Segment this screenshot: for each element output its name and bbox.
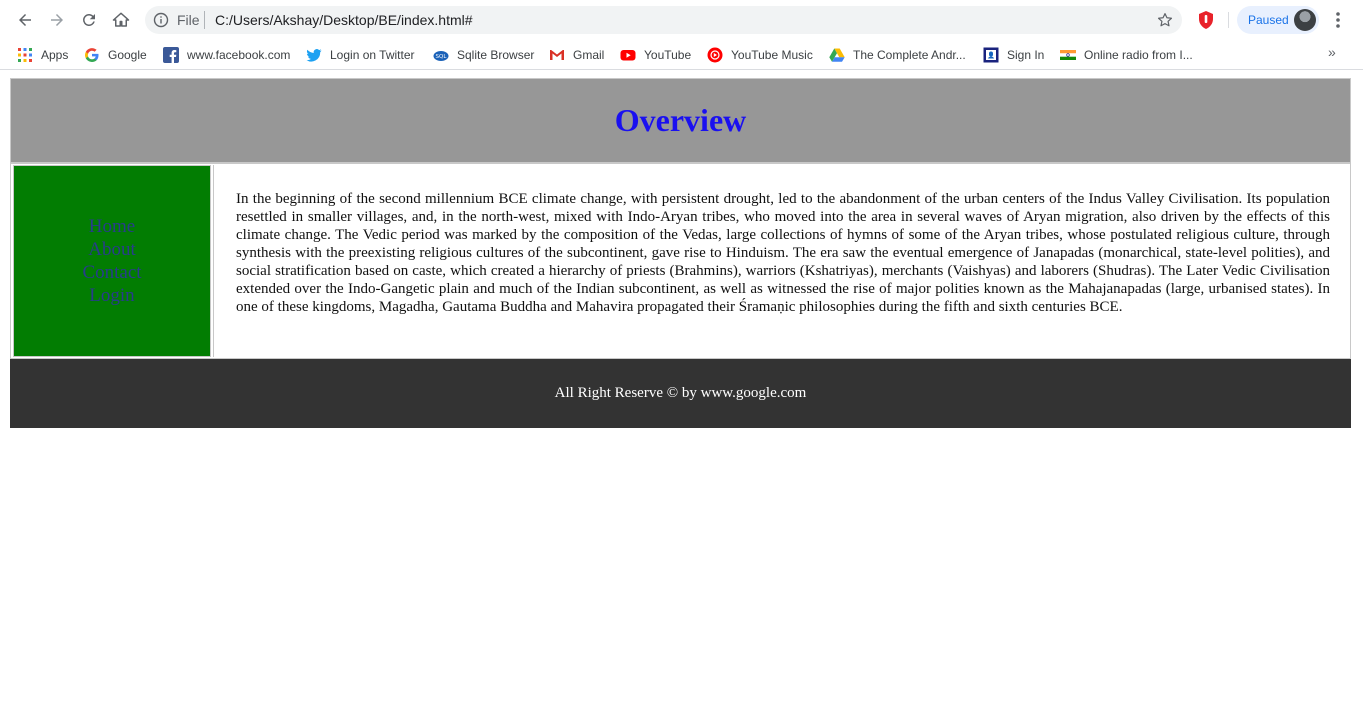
bookmark-label: The Complete Andr... (853, 48, 966, 62)
bookmark-google[interactable]: Google (84, 44, 147, 66)
arrow-left-icon (19, 14, 31, 26)
body-paragraph: In the beginning of the second millenniu… (236, 191, 1330, 315)
bookmark-facebook[interactable]: www.facebook.com (163, 44, 290, 66)
page-title: Overview (614, 102, 747, 138)
sign-in-icon (983, 47, 999, 63)
reload-button[interactable] (77, 8, 101, 32)
page-footer: All Right Reserve © by www.google.com (10, 359, 1351, 428)
youtube-icon (620, 50, 636, 61)
google-drive-icon (829, 48, 845, 62)
kebab-menu-icon[interactable] (1330, 11, 1346, 29)
forward-button[interactable] (45, 8, 69, 32)
back-button[interactable] (13, 8, 37, 32)
toolbar-divider (1228, 12, 1229, 28)
more-bookmarks-chevron-icon[interactable]: » (1328, 44, 1336, 60)
apps-grid-icon (18, 48, 32, 62)
bookmark-label: Apps (41, 48, 69, 62)
content-section: In the beginning of the second millenniu… (213, 165, 1350, 357)
svg-text:SQL: SQL (436, 54, 448, 60)
bookmark-label: Login on Twitter (330, 48, 415, 62)
info-icon[interactable] (153, 12, 169, 28)
bookmark-label: www.facebook.com (187, 48, 291, 62)
home-button[interactable] (109, 8, 133, 32)
nav-link-login[interactable]: Login (89, 284, 134, 307)
bookmark-label: Gmail (573, 48, 605, 62)
nav-link-contact[interactable]: Contact (82, 261, 141, 284)
google-icon (85, 48, 99, 62)
bookmark-gmail[interactable]: Gmail (549, 44, 604, 66)
sqlite-icon: SQL (433, 51, 449, 61)
bookmark-label: YouTube Music (731, 48, 813, 62)
nav-link-about[interactable]: About (88, 238, 136, 261)
profile-button[interactable]: Paused (1237, 6, 1319, 34)
reload-icon (83, 13, 95, 26)
home-icon (112, 12, 130, 27)
main-row: Home About Contact Login In the beginnin… (10, 163, 1351, 359)
bookmark-sign-in[interactable]: Sign In (983, 44, 1044, 66)
twitter-icon (306, 49, 322, 62)
bookmark-label: Sqlite Browser (457, 48, 535, 62)
nav-link-home[interactable]: Home (89, 215, 135, 238)
bookmark-label: Google (108, 48, 147, 62)
footer-text: All Right Reserve © by www.google.com (554, 385, 807, 401)
url-text[interactable]: C:/Users/Akshay/Desktop/BE/index.html# (215, 12, 473, 28)
browser-toolbar: File C:/Users/Akshay/Desktop/BE/index.ht… (0, 0, 1363, 40)
bookmark-apps[interactable]: Apps (17, 44, 68, 66)
india-flag-icon (1060, 50, 1076, 60)
bookmarks-bar: Apps Google www.facebook.com Login on Tw… (0, 40, 1363, 70)
bookmark-youtube[interactable]: YouTube (620, 44, 691, 66)
address-bar[interactable]: File C:/Users/Akshay/Desktop/BE/index.ht… (145, 6, 1182, 34)
bookmark-sqlite[interactable]: SQL Sqlite Browser (433, 44, 534, 66)
avatar (1294, 9, 1316, 31)
side-navigation: Home About Contact Login (13, 165, 211, 357)
bookmark-youtube-music[interactable]: YouTube Music (707, 44, 813, 66)
bookmark-label: Online radio from I... (1084, 48, 1193, 62)
bookmark-online-radio[interactable]: Online radio from I... (1060, 44, 1193, 66)
gmail-icon (550, 50, 564, 60)
file-scheme-label: File (177, 12, 200, 28)
bookmark-label: Sign In (1007, 48, 1045, 62)
facebook-icon (163, 47, 179, 63)
arrow-right-icon (51, 14, 63, 26)
bookmark-complete-android[interactable]: The Complete Andr... (829, 44, 966, 66)
extension-shield-icon[interactable] (1196, 10, 1216, 30)
address-separator (204, 11, 205, 29)
bookmark-twitter[interactable]: Login on Twitter (306, 44, 415, 66)
profile-status: Paused (1248, 13, 1289, 27)
bookmark-label: YouTube (644, 48, 692, 62)
page-header: Overview (10, 78, 1351, 163)
bookmark-star-icon[interactable] (1156, 11, 1174, 29)
youtube-music-icon (707, 47, 723, 63)
